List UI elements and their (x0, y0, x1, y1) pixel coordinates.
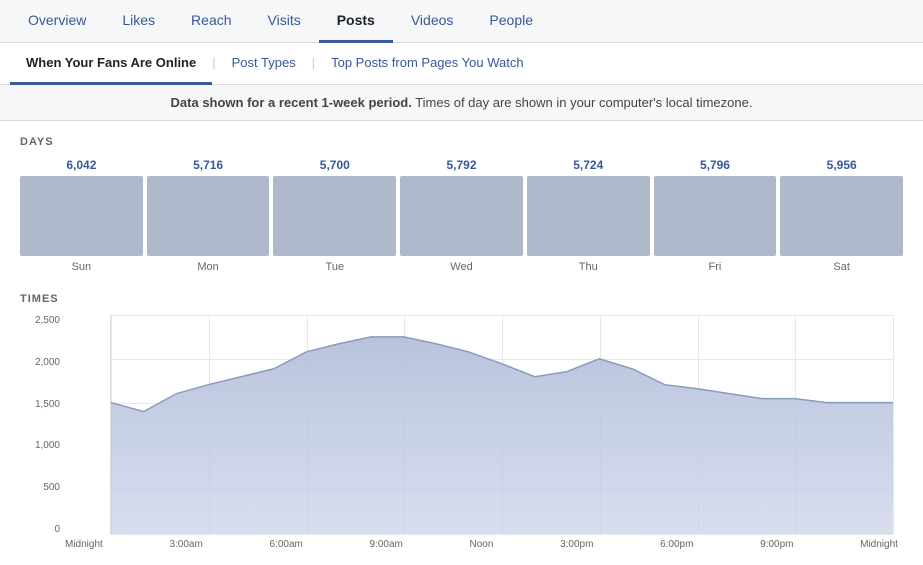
y-1000: 1,000 (20, 440, 60, 451)
subnav-post-types[interactable]: Post Types (216, 43, 312, 85)
day-fri-bar (654, 176, 777, 256)
day-tue-name: Tue (326, 261, 345, 273)
nav-people[interactable]: People (471, 0, 551, 43)
day-wed: 5,792 Wed (400, 158, 523, 273)
sub-navigation: When Your Fans Are Online | Post Types |… (0, 43, 923, 85)
nav-reach[interactable]: Reach (173, 0, 249, 43)
x-6am: 6:00am (269, 539, 302, 550)
nav-likes[interactable]: Likes (104, 0, 173, 43)
day-thu-value: 5,724 (573, 158, 603, 172)
x-midnight2: Midnight (860, 539, 898, 550)
day-sat-value: 5,956 (827, 158, 857, 172)
times-label: TIMES (20, 293, 903, 305)
day-thu: 5,724 Thu (527, 158, 650, 273)
day-mon-bar (147, 176, 270, 256)
day-tue-bar (273, 176, 396, 256)
top-navigation: Overview Likes Reach Visits Posts Videos… (0, 0, 923, 43)
x-3pm: 3:00pm (560, 539, 593, 550)
day-mon: 5,716 Mon (147, 158, 270, 273)
day-sat-bar (780, 176, 903, 256)
day-fri-value: 5,796 (700, 158, 730, 172)
day-fri-name: Fri (709, 261, 722, 273)
day-mon-value: 5,716 (193, 158, 223, 172)
day-tue: 5,700 Tue (273, 158, 396, 273)
day-wed-bar (400, 176, 523, 256)
y-2000: 2,000 (20, 357, 60, 368)
day-tue-value: 5,700 (320, 158, 350, 172)
day-sun: 6,042 Sun (20, 158, 143, 273)
area-chart-svg (111, 315, 893, 534)
x-9am: 9:00am (370, 539, 403, 550)
nav-overview[interactable]: Overview (10, 0, 104, 43)
y-0: 0 (20, 524, 60, 535)
y-axis: 2,500 2,000 1,500 1,000 500 0 (20, 315, 60, 535)
y-1500: 1,500 (20, 399, 60, 410)
x-3am: 3:00am (169, 539, 202, 550)
subnav-fans-online[interactable]: When Your Fans Are Online (10, 43, 212, 85)
day-sun-name: Sun (72, 261, 92, 273)
nav-posts[interactable]: Posts (319, 0, 393, 43)
day-fri: 5,796 Fri (654, 158, 777, 273)
days-label: DAYS (20, 136, 903, 148)
nav-videos[interactable]: Videos (393, 0, 472, 43)
grid-0 (111, 534, 893, 535)
times-section: TIMES 2,500 2,000 1,500 1,000 500 0 (20, 293, 903, 550)
x-6pm: 6:00pm (660, 539, 693, 550)
x-midnight: Midnight (65, 539, 103, 550)
day-wed-value: 5,792 (447, 158, 477, 172)
day-wed-name: Wed (450, 261, 472, 273)
x-9pm: 9:00pm (760, 539, 793, 550)
subnav-top-posts[interactable]: Top Posts from Pages You Watch (315, 43, 539, 85)
vgrid-midnight2 (893, 315, 894, 534)
main-content: DAYS 6,042 Sun 5,716 Mon 5,700 Tue 5,792… (0, 121, 923, 565)
line-chart-area (110, 315, 893, 535)
info-bar: Data shown for a recent 1-week period. T… (0, 85, 923, 121)
x-noon: Noon (470, 539, 494, 550)
day-sun-value: 6,042 (66, 158, 96, 172)
day-thu-name: Thu (579, 261, 598, 273)
day-thu-bar (527, 176, 650, 256)
day-sat: 5,956 Sat (780, 158, 903, 273)
day-mon-name: Mon (197, 261, 218, 273)
chart-wrapper: 2,500 2,000 1,500 1,000 500 0 (65, 315, 898, 535)
y-2500: 2,500 (20, 315, 60, 326)
nav-visits[interactable]: Visits (250, 0, 319, 43)
y-500: 500 (20, 482, 60, 493)
day-sun-bar (20, 176, 143, 256)
x-axis: Midnight 3:00am 6:00am 9:00am Noon 3:00p… (65, 539, 898, 550)
day-sat-name: Sat (833, 261, 850, 273)
days-grid: 6,042 Sun 5,716 Mon 5,700 Tue 5,792 Wed … (20, 158, 903, 273)
